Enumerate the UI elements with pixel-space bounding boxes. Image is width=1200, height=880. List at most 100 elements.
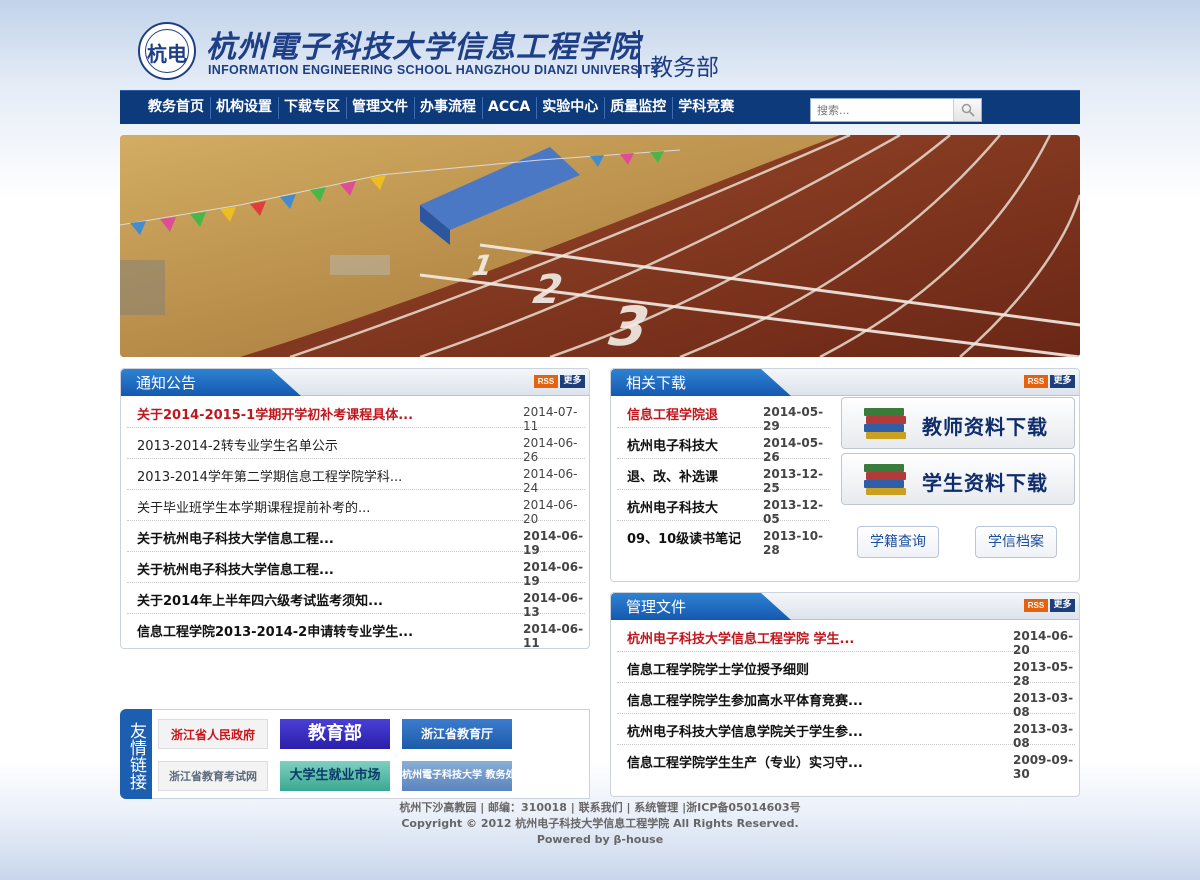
documents-header: 管理文件 RSS 更多 [611,593,1079,620]
list-item[interactable]: 杭州电子科技大 2014-05-26 [617,428,829,464]
list-item[interactable]: 2013-2014-2转专业学生名单公示 2014-06-26 [127,428,585,464]
link-zj-gov[interactable]: 浙江省人民政府 [158,719,268,749]
footer-contact: 杭州下沙高教园 | 邮编：310018 | 联系我们 | 系统管理 |浙ICP备… [399,801,801,814]
list-item[interactable]: 关于2014年上半年四六级考试监考须知... 2014-06-13 [127,583,585,619]
link-hdu-jwc[interactable]: 杭州電子科技大学 教务处 [402,761,512,791]
footer: 杭州下沙高教园 | 邮编：310018 | 联系我们 | 系统管理 |浙ICP备… [120,800,1080,848]
header-divider [638,30,640,78]
link-zj-exam[interactable]: 浙江省教育考试网 [158,761,268,791]
list-item[interactable]: 信息工程学院学生生产（专业）实习守... 2009-09-30 [617,745,1075,781]
document-title[interactable]: 杭州电子科技大学信息学院关于学生参... [627,721,957,740]
school-name-cn: 杭州電子科技大学信息工程学院 [206,30,640,65]
main-nav: 教务首页 机构设置 下载专区 管理文件 办事流程 ACCA 实验中心 质量监控 … [120,90,1080,124]
list-item[interactable]: 信息工程学院学士学位授予细则 2013-05-28 [617,652,1075,688]
downloads-tab: 相关下载 [611,369,791,396]
list-item[interactable]: 关于毕业班学生本学期课程提前补考的... 2014-06-20 [127,490,585,526]
student-download-label: 学生资料下载 [922,471,1048,495]
link-job-market[interactable]: 大学生就业市场 [280,761,390,791]
school-name-en: INFORMATION ENGINEERING SCHOOL HANGZHOU … [208,63,660,77]
links-box: 浙江省人民政府 教育部 浙江省教育厅 浙江省教育考试网 大学生就业市场 杭州電子… [152,709,590,799]
nav-item-procedures[interactable]: 办事流程 [414,91,482,125]
more-button[interactable]: 更多 [1050,599,1075,612]
notice-date: 2014-06-11 [523,622,584,650]
nav-item-downloads[interactable]: 下载专区 [278,91,346,125]
hero-banner-image: 1 2 3 [120,135,1080,357]
list-item[interactable]: 关于2014-2015-1学期开学初补考课程具体... 2014-07-11 [127,397,585,433]
friendly-links-label: 友情链接 [126,722,146,790]
teacher-download-label: 教师资料下载 [922,415,1048,439]
student-download-button[interactable]: 学生资料下载 [841,453,1075,505]
download-title[interactable]: 杭州电子科技大 [627,497,747,516]
search-icon [961,103,975,117]
documents-panel: 管理文件 RSS 更多 杭州电子科技大学信息工程学院 学生... 2014-06… [610,592,1080,797]
notices-panel: 通知公告 RSS 更多 关于2014-2015-1学期开学初补考课程具体... … [120,368,590,650]
nav-item-organization[interactable]: 机构设置 [210,91,278,125]
document-title[interactable]: 信息工程学院学士学位授予细则 [627,659,957,678]
nav-item-home[interactable]: 教务首页 [142,91,210,125]
notice-title[interactable]: 信息工程学院2013-2014-2申请转专业学生... [137,621,467,640]
teacher-download-button[interactable]: 教师资料下载 [841,397,1075,449]
list-item[interactable]: 关于杭州电子科技大学信息工程... 2014-06-19 [127,552,585,588]
status-query-button[interactable]: 学籍查询 [857,526,939,558]
notices-tab: 通知公告 [121,369,301,396]
download-title[interactable]: 09、10级读书笔记 [627,528,757,547]
notice-title[interactable]: 关于杭州电子科技大学信息工程... [137,528,467,547]
download-date: 2013-10-28 [763,529,824,557]
list-item[interactable]: 杭州电子科技大学信息工程学院 学生... 2014-06-20 [617,621,1075,657]
books-icon [864,464,906,495]
more-button[interactable]: 更多 [560,375,585,388]
notices-title: 通知公告 [136,374,197,392]
notices-header: 通知公告 RSS 更多 [121,369,589,396]
list-item[interactable]: 杭州电子科技大学信息学院关于学生参... 2013-03-08 [617,714,1075,750]
nav-item-competition[interactable]: 学科竞赛 [672,91,740,125]
more-button[interactable]: 更多 [1050,375,1075,388]
download-title[interactable]: 退、改、补选课 [627,466,747,485]
documents-tab: 管理文件 [611,593,791,620]
document-title[interactable]: 信息工程学院学生生产（专业）实习守... [627,752,957,771]
school-seal-logo: 杭电 [138,22,196,80]
notice-title[interactable]: 2013-2014学年第二学期信息工程学院学科... [137,466,467,485]
notice-title[interactable]: 2013-2014-2转专业学生名单公示 [137,435,467,454]
list-item[interactable]: 信息工程学院2013-2014-2申请转专业学生... 2014-06-11 [127,614,585,650]
friendly-links-tab: 友情链接 [120,709,152,799]
link-zj-edu[interactable]: 浙江省教育厅 [402,719,512,749]
list-item[interactable]: 信息工程学院学生参加高水平体育竞赛... 2013-03-08 [617,683,1075,719]
documents-title: 管理文件 [626,598,687,616]
nav-item-lab-center[interactable]: 实验中心 [536,91,604,125]
document-title[interactable]: 杭州电子科技大学信息工程学院 学生... [627,628,957,647]
department-title: 教务部 [650,55,719,81]
notice-title[interactable]: 关于2014年上半年四六级考试监考须知... [137,590,467,609]
friendly-links: 友情链接 浙江省人民政府 教育部 浙江省教育厅 浙江省教育考试网 大学生就业市场… [120,709,590,799]
notice-title[interactable]: 关于杭州电子科技大学信息工程... [137,559,467,578]
nav-item-documents[interactable]: 管理文件 [346,91,414,125]
notice-title[interactable]: 关于2014-2015-1学期开学初补考课程具体... [137,404,467,423]
notice-title[interactable]: 关于毕业班学生本学期课程提前补考的... [137,497,467,516]
rss-icon[interactable]: RSS [1024,599,1048,612]
list-item[interactable]: 关于杭州电子科技大学信息工程... 2014-06-19 [127,521,585,557]
list-item[interactable]: 2013-2014学年第二学期信息工程学院学科... 2014-06-24 [127,459,585,495]
document-date: 2009-09-30 [1013,753,1074,781]
list-item[interactable]: 09、10级读书笔记 2013-10-28 [617,521,829,557]
nav-item-quality[interactable]: 质量监控 [604,91,672,125]
rss-icon[interactable]: RSS [534,375,558,388]
footer-powered: Powered by β-house [536,833,664,846]
seal-glyph: 杭电 [147,42,187,66]
list-item[interactable]: 杭州电子科技大 2013-12-05 [617,490,829,526]
download-title[interactable]: 信息工程学院退 [627,404,747,423]
books-icon [864,408,906,439]
footer-copyright: Copyright © 2012 杭州电子科技大学信息工程学院 All Righ… [401,817,799,830]
running-track-illustration: 1 2 3 [120,135,1080,357]
chsi-archive-button[interactable]: 学信档案 [975,526,1057,558]
downloads-header: 相关下载 RSS 更多 [611,369,1079,396]
document-title[interactable]: 信息工程学院学生参加高水平体育竞赛... [627,690,957,709]
list-item[interactable]: 退、改、补选课 2013-12-25 [617,459,829,495]
nav-item-acca[interactable]: ACCA [482,91,536,125]
search-box [810,98,982,122]
rss-icon[interactable]: RSS [1024,375,1048,388]
download-title[interactable]: 杭州电子科技大 [627,435,747,454]
list-item[interactable]: 信息工程学院退 2014-05-29 [617,397,829,433]
search-input[interactable] [811,99,951,121]
search-button[interactable] [953,99,981,121]
link-moe[interactable]: 教育部 [280,719,390,749]
downloads-title: 相关下载 [626,374,687,392]
